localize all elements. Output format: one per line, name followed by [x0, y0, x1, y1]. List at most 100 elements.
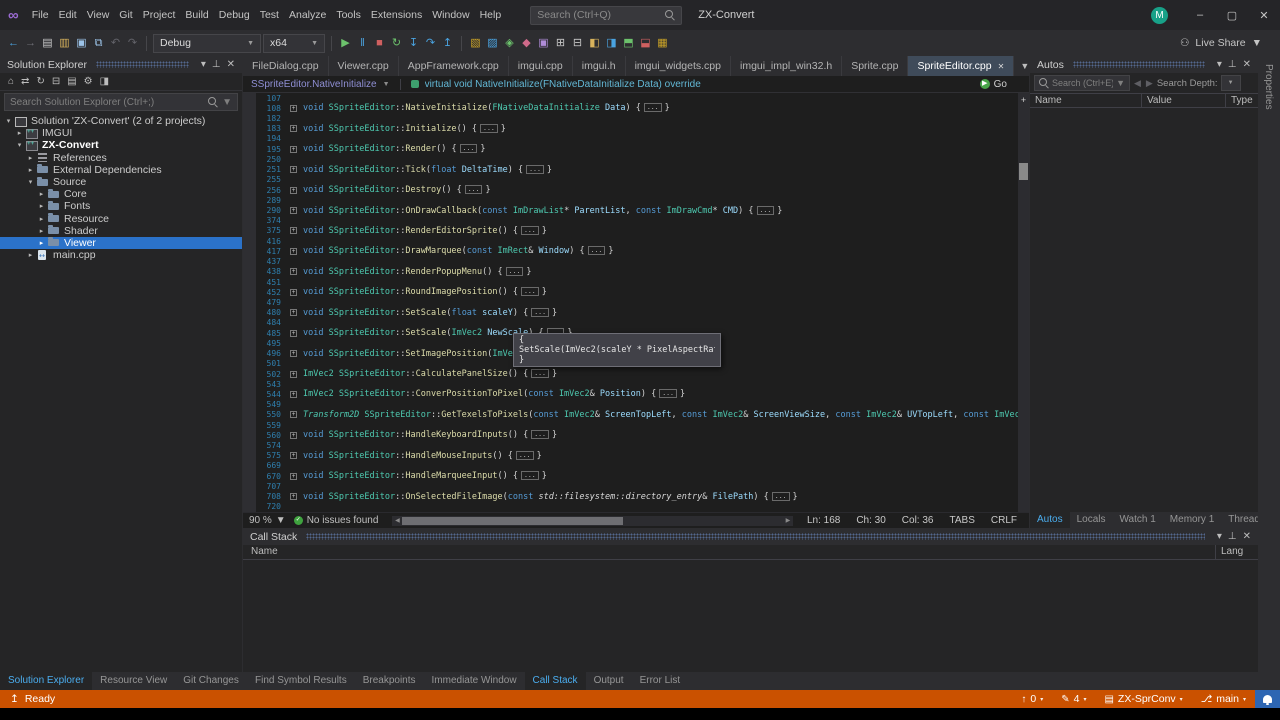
tree-item-references[interactable]: ▸References	[0, 152, 242, 164]
preview-icon[interactable]: ◨	[97, 74, 112, 90]
tab-memory-1[interactable]: Memory 1	[1163, 512, 1221, 528]
tab-call-stack[interactable]: Call Stack	[525, 672, 586, 690]
chevron-right-icon[interactable]: ▸	[25, 154, 36, 162]
background-tasks-icon[interactable]: ↥	[10, 693, 19, 705]
tab-imgui-widgets-cpp[interactable]: imgui_widgets.cpp	[626, 56, 731, 76]
tab-solution-explorer[interactable]: Solution Explorer	[0, 672, 92, 690]
navigate-icon[interactable]: ▨	[485, 34, 500, 52]
tree-item-shader[interactable]: ▸Shader	[0, 225, 242, 237]
collapse-toggle-icon[interactable]: +	[290, 391, 297, 398]
menu-extensions[interactable]: Extensions	[366, 9, 427, 21]
find-icon[interactable]: ▧	[468, 34, 483, 52]
code-line[interactable]: 480+void SSpriteEditor::SetScale(float s…	[243, 308, 1029, 318]
menu-view[interactable]: View	[82, 9, 115, 21]
tab-immediate-window[interactable]: Immediate Window	[424, 672, 525, 690]
code-line[interactable]: 289	[243, 195, 1029, 205]
collapse-toggle-icon[interactable]: +	[290, 227, 297, 234]
code-line[interactable]: 708+void SSpriteEditor::OnSelectedFileIm…	[243, 492, 1029, 502]
tabs-indicator[interactable]: TABS	[949, 515, 974, 526]
pending-edits[interactable]: ✎4▾	[1052, 690, 1095, 708]
code-line[interactable]: 670+void SSpriteEditor::HandleMarqueeInp…	[243, 471, 1029, 481]
chevron-down-icon[interactable]: ▾	[198, 57, 209, 73]
redo-icon[interactable]: ↷	[125, 34, 140, 52]
breakpoint-gutter[interactable]	[243, 93, 256, 512]
code-line[interactable]: 669	[243, 461, 1029, 471]
code-line[interactable]: 720	[243, 502, 1029, 512]
line-indicator[interactable]: Ln: 168	[807, 515, 840, 526]
code-line[interactable]: 437	[243, 257, 1029, 267]
code-line[interactable]: 250	[243, 154, 1029, 164]
tab-properties[interactable]: Properties	[1263, 64, 1274, 110]
solution-configurations-dropdown[interactable]: Debug ▼	[153, 34, 261, 53]
autos-body[interactable]	[1030, 108, 1258, 512]
column-header-lang[interactable]: Lang	[1216, 545, 1258, 559]
chevron-right-icon[interactable]: ▸	[25, 251, 36, 259]
code-line[interactable]: 416	[243, 236, 1029, 246]
save-all-icon[interactable]: ⧉	[91, 34, 106, 52]
collapse-toggle-icon[interactable]: +	[290, 166, 297, 173]
step-over-icon[interactable]: ↷	[423, 34, 438, 52]
code-line[interactable]: 560+void SSpriteEditor::HandleKeyboardIn…	[243, 430, 1029, 440]
collapse-toggle-icon[interactable]: +	[290, 350, 297, 357]
tab-imgui-cpp[interactable]: imgui.cpp	[509, 56, 573, 76]
active-files-dropdown-icon[interactable]: ▼	[1020, 61, 1029, 71]
tree-item-main-cpp[interactable]: ▸main.cpp	[0, 249, 242, 261]
chevron-down-icon[interactable]: ▾	[3, 117, 14, 125]
tree-item-resource[interactable]: ▸Resource	[0, 213, 242, 225]
horizontal-scrollbar[interactable]: ◀ ▶	[392, 516, 793, 526]
column-header-name[interactable]: Name	[243, 545, 1216, 559]
minimize-button[interactable]: –	[1184, 0, 1216, 30]
solution-explorer-header[interactable]: Solution Explorer ▾⊥✕	[0, 56, 242, 73]
tab-autos[interactable]: Autos	[1030, 512, 1070, 528]
call-stack-body[interactable]	[243, 560, 1258, 672]
tree-item-fonts[interactable]: ▸Fonts	[0, 200, 242, 212]
run-tests-icon[interactable]: ◈	[502, 34, 517, 52]
save-icon[interactable]: ▣	[74, 34, 89, 52]
tab-git-changes[interactable]: Git Changes	[175, 672, 247, 690]
call-stack-header[interactable]: Call Stack ▾⊥✕	[243, 528, 1258, 545]
collapse-toggle-icon[interactable]: +	[290, 309, 297, 316]
chevron-down-icon[interactable]: ▾	[1214, 57, 1225, 73]
close-button[interactable]: ✕	[1248, 0, 1280, 30]
tab-breakpoints[interactable]: Breakpoints	[355, 672, 424, 690]
scroll-left-icon[interactable]: ◀	[392, 517, 402, 524]
profile-icon[interactable]: ◆	[519, 34, 534, 52]
forward-icon[interactable]: →	[23, 34, 38, 52]
branch[interactable]: ⎇main▾	[1192, 690, 1255, 708]
tab-error-list[interactable]: Error List	[632, 672, 689, 690]
code-line[interactable]: 251+void SSpriteEditor::Tick(float Delta…	[243, 165, 1029, 175]
code-line[interactable]: 544+ImVec2 SSpriteEditor::ConverPosition…	[243, 389, 1029, 399]
chevron-right-icon[interactable]: ▸	[36, 190, 47, 198]
chevron-right-icon[interactable]: ▸	[14, 129, 25, 137]
tree-item-zx-convert[interactable]: ▾ZX-Convert	[0, 139, 242, 151]
breadcrumb-scope[interactable]: SSpriteEditor.NativeInitialize	[251, 79, 377, 90]
chevron-right-icon[interactable]: ▸	[36, 239, 47, 247]
collapse-toggle-icon[interactable]: +	[290, 473, 297, 480]
column-header-value[interactable]: Value	[1142, 94, 1226, 107]
column-header-type[interactable]: Type	[1226, 94, 1258, 107]
pin-icon[interactable]: ⊥	[1225, 57, 1240, 73]
back-icon[interactable]: ←	[6, 34, 21, 52]
code-line[interactable]: 417+void SSpriteEditor::DrawMarquee(cons…	[243, 246, 1029, 256]
code-line[interactable]: 375+void SSpriteEditor::RenderEditorSpri…	[243, 226, 1029, 236]
line-ending-indicator[interactable]: CRLF	[991, 515, 1017, 526]
menu-test[interactable]: Test	[255, 9, 284, 21]
code-line[interactable]: 255	[243, 175, 1029, 185]
code-line[interactable]: 549	[243, 400, 1029, 410]
zoom-selector[interactable]: 90 % ▼	[249, 515, 286, 526]
tree-item-solution-zx-convert-2-of-2-projects[interactable]: ▾Solution 'ZX-Convert' (2 of 2 projects)	[0, 115, 242, 127]
collapse-toggle-icon[interactable]: +	[290, 452, 297, 459]
collapse-toggle-icon[interactable]: +	[290, 330, 297, 337]
character-indicator[interactable]: Ch: 30	[856, 515, 885, 526]
tab-viewer-cpp[interactable]: Viewer.cpp	[329, 56, 399, 76]
incoming-commits[interactable]: ↑0▾	[1012, 690, 1052, 708]
code-line[interactable]: 182	[243, 113, 1029, 123]
menu-debug[interactable]: Debug	[214, 9, 255, 21]
show-all-files-icon[interactable]: ▤	[64, 74, 79, 90]
cancel-build-icon[interactable]: ⬓	[638, 34, 653, 52]
code-line[interactable]: 484	[243, 318, 1029, 328]
code-line[interactable]: 575+void SSpriteEditor::HandleMouseInput…	[243, 451, 1029, 461]
chevron-right-icon[interactable]: ▸	[36, 215, 47, 223]
open-file-icon[interactable]: ▥	[57, 34, 72, 52]
code-line[interactable]: 107	[243, 93, 1029, 103]
